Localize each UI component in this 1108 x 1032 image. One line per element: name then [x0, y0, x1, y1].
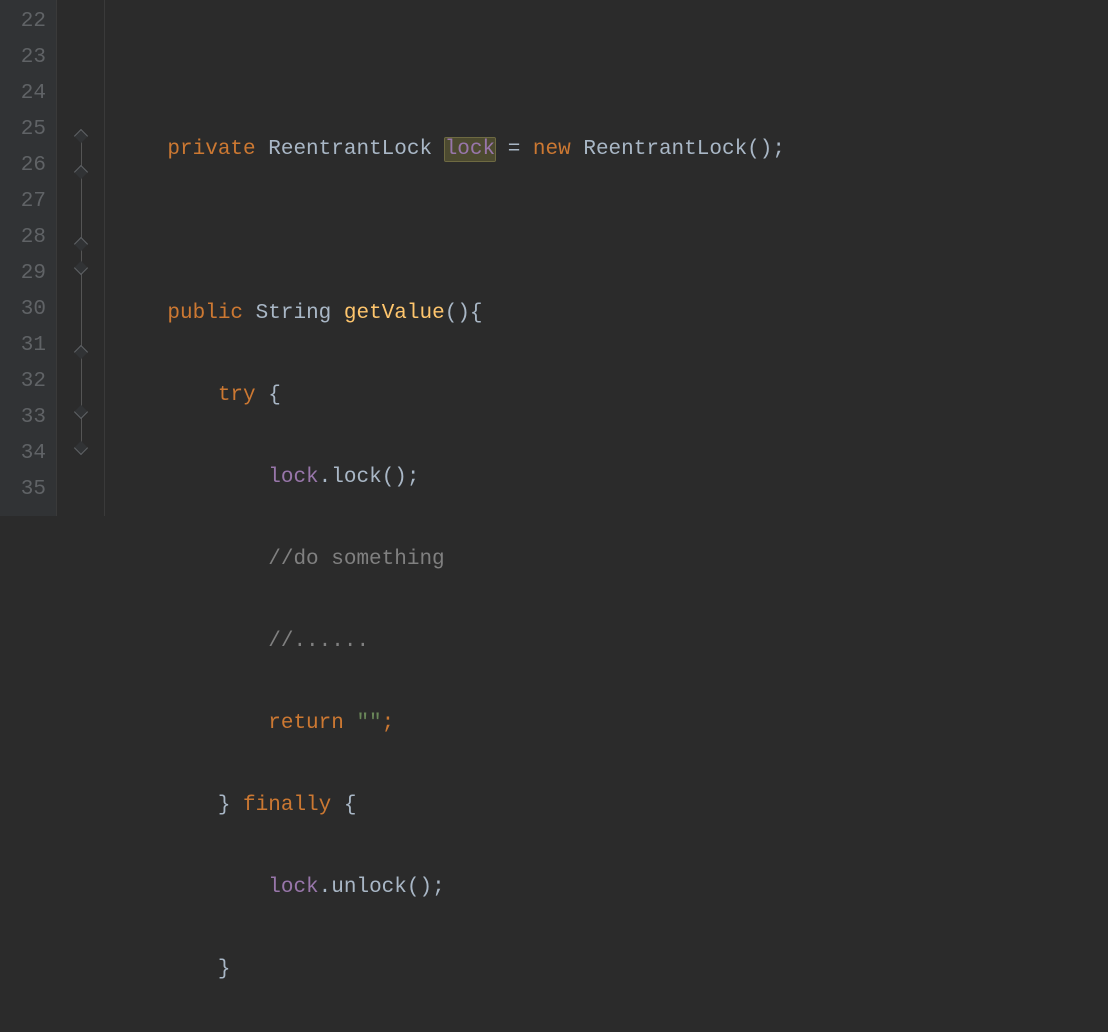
- line-number: 29: [0, 256, 56, 292]
- line-number: 31: [0, 328, 56, 364]
- line-number: 34: [0, 436, 56, 472]
- type-name: String: [256, 302, 332, 325]
- line-number: 22: [0, 4, 56, 40]
- fold-gutter: [56, 0, 105, 516]
- comment: //do something: [268, 548, 444, 571]
- code-line: private ReentrantLock lock = new Reentra…: [117, 132, 1108, 168]
- keyword-finally: finally: [243, 794, 331, 817]
- line-number: 35: [0, 472, 56, 508]
- line-number-gutter: 22 23 24 25 26 27 28 29 30 31 32 33 34 3…: [0, 0, 56, 516]
- comment: //......: [268, 630, 369, 653]
- method-call-unlock: unlock: [331, 876, 407, 899]
- line-number: 33: [0, 400, 56, 436]
- fold-close-icon[interactable]: [73, 405, 87, 419]
- fold-close-icon[interactable]: [73, 441, 87, 455]
- line-number: 24: [0, 76, 56, 112]
- fold-open-icon[interactable]: [73, 345, 87, 359]
- keyword-new: new: [533, 138, 571, 161]
- line-number: 26: [0, 148, 56, 184]
- fold-open-icon[interactable]: [73, 129, 87, 143]
- keyword-return: return: [268, 712, 356, 735]
- fold-open-icon[interactable]: [73, 237, 87, 251]
- field-lock: lock: [445, 138, 495, 161]
- type-name: ReentrantLock: [268, 138, 432, 161]
- keyword-private: private: [167, 138, 255, 161]
- constructor-call: ReentrantLock: [583, 138, 747, 161]
- code-line: }: [117, 952, 1108, 988]
- line-number: 32: [0, 364, 56, 400]
- keyword-public: public: [167, 302, 243, 325]
- line-number: 30: [0, 292, 56, 328]
- fold-close-icon[interactable]: [73, 261, 87, 275]
- code-line: try {: [117, 378, 1108, 414]
- code-line: [117, 214, 1108, 250]
- field-lock: lock: [268, 876, 318, 899]
- code-line: } finally {: [117, 788, 1108, 824]
- string-literal: "": [356, 712, 381, 735]
- method-declaration: getValue: [344, 302, 445, 325]
- fold-open-icon[interactable]: [73, 165, 87, 179]
- keyword-try: try: [218, 384, 256, 407]
- code-line: lock.unlock();: [117, 870, 1108, 906]
- line-number: 23: [0, 40, 56, 76]
- code-line: //do something: [117, 542, 1108, 578]
- code-line: lock.lock();: [117, 460, 1108, 496]
- code-line: [117, 50, 1108, 86]
- field-lock: lock: [268, 466, 318, 489]
- code-line: //......: [117, 624, 1108, 660]
- line-number: 25: [0, 112, 56, 148]
- method-call-lock: lock: [331, 466, 381, 489]
- code-line: return "";: [117, 706, 1108, 742]
- line-number: 27: [0, 184, 56, 220]
- line-number: 28: [0, 220, 56, 256]
- code-editor[interactable]: private ReentrantLock lock = new Reentra…: [105, 0, 1108, 516]
- code-line: public String getValue(){: [117, 296, 1108, 332]
